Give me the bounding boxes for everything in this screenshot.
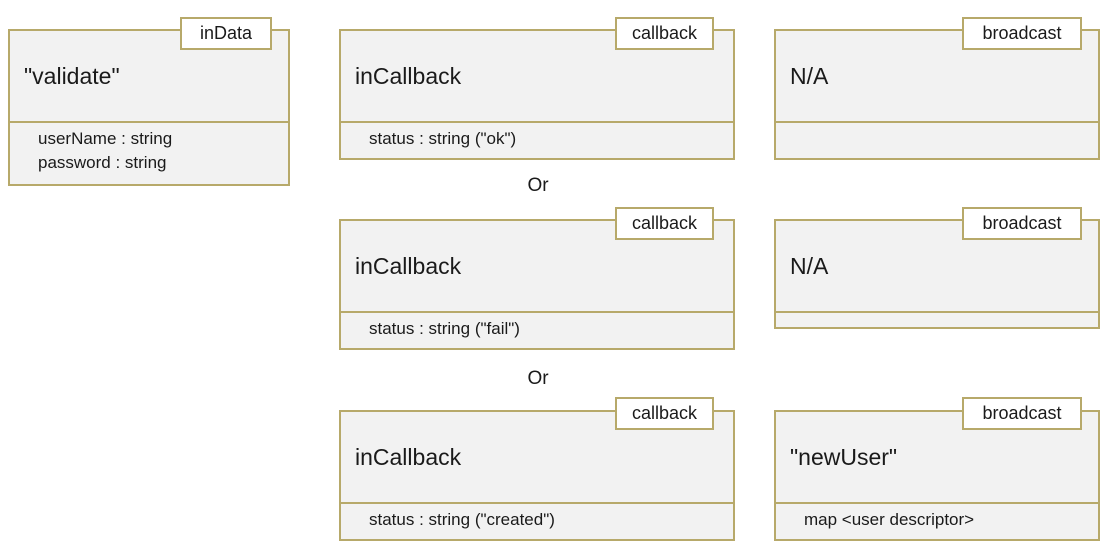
callback-tag: callback: [615, 207, 714, 240]
broadcast-tag: broadcast: [962, 17, 1082, 50]
broadcast-attributes: [776, 311, 1098, 327]
indata-attributes: userName : string password : string: [10, 121, 288, 184]
broadcast-tag: broadcast: [962, 207, 1082, 240]
callback-tag: callback: [615, 397, 714, 430]
callback-attribute: status : string ("created"): [369, 510, 555, 529]
broadcast-tag: broadcast: [962, 397, 1082, 430]
indata-attribute: userName : string: [38, 129, 173, 148]
broadcast-attribute: map <user descriptor>: [804, 510, 975, 529]
callback-attributes: status : string ("fail"): [341, 311, 733, 348]
indata-tag: inData: [180, 17, 272, 50]
callback-attribute: status : string ("fail"): [369, 319, 520, 338]
broadcast-attributes: [776, 121, 1098, 158]
indata-box: "validate" userName : string password : …: [8, 29, 290, 186]
callback-attribute: status : string ("ok"): [369, 129, 517, 148]
or-separator: Or: [527, 175, 549, 196]
indata-attribute: password : string: [38, 153, 167, 172]
callback-attributes: status : string ("created"): [341, 502, 733, 539]
broadcast-attributes: map <user descriptor>: [776, 502, 1098, 539]
callback-attributes: status : string ("ok"): [341, 121, 733, 158]
callback-tag: callback: [615, 17, 714, 50]
or-separator: Or: [527, 368, 549, 389]
